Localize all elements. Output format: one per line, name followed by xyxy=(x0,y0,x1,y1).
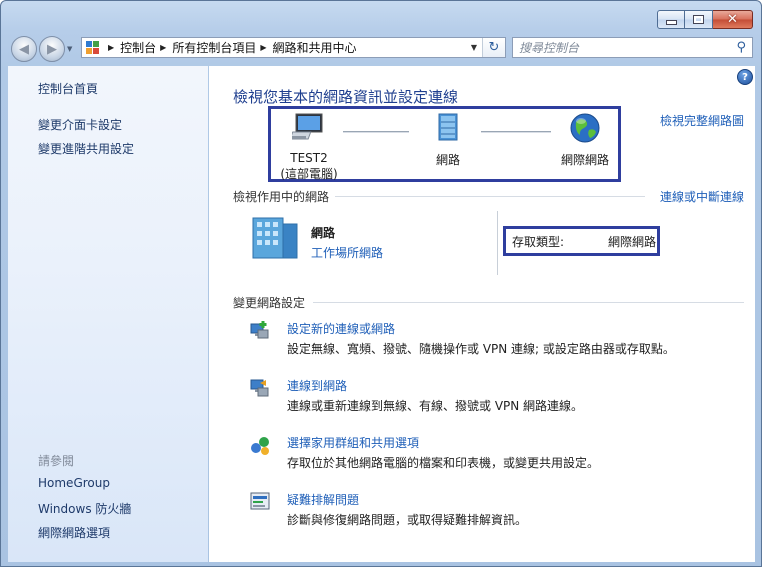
minimize-button[interactable] xyxy=(657,10,685,29)
active-network-name: 網路 xyxy=(311,226,336,240)
task-description: 存取位於其他網路電腦的檔案和印表機，或變更共用設定。 xyxy=(287,456,600,470)
window: ✕ ◀ ▶ ▼ ▶ 控制台 ▶ 所有控制台項目 ▶ 網路和共用中心 ▼ ↻ 搜尋… xyxy=(0,0,762,567)
homegroup-icon xyxy=(251,437,269,455)
task-title[interactable]: 選擇家用群組和共用選項 xyxy=(287,434,419,451)
section-divider xyxy=(335,196,645,197)
computer-label: (這部電腦) xyxy=(280,167,338,181)
maximize-icon xyxy=(693,15,704,24)
map-link-line xyxy=(343,131,409,133)
control-panel-icon xyxy=(86,40,100,55)
view-full-map-link[interactable]: 檢視完整網路圖 xyxy=(660,112,744,129)
network-label: 網路 xyxy=(435,153,460,167)
refresh-button[interactable]: ↻ xyxy=(482,38,505,57)
see-also-header: 請參閱 xyxy=(38,454,75,468)
access-type-box: 存取類型: 網際網路 xyxy=(503,226,660,256)
page-title: 檢視您基本的網路資訊並設定連線 xyxy=(233,88,459,106)
breadcrumb-all-items[interactable]: 所有控制台項目 xyxy=(172,39,256,56)
sidebar-item-adapter-settings[interactable]: 變更介面卡設定 xyxy=(38,116,122,133)
help-icon[interactable]: ? xyxy=(737,69,753,85)
internet-label: 網際網路 xyxy=(560,153,609,167)
forward-arrow-icon: ▶ xyxy=(47,41,57,57)
sidebar-item-advanced-sharing[interactable]: 變更進階共用設定 xyxy=(38,140,134,157)
map-node-network[interactable]: 網路 xyxy=(418,112,478,168)
active-networks-title: 檢視作用中的網路 xyxy=(233,190,330,204)
section-divider xyxy=(313,302,744,303)
search-input[interactable]: 搜尋控制台 xyxy=(519,39,579,56)
access-type-value: 網際網路 xyxy=(608,234,657,249)
breadcrumb-separator[interactable]: ▶ xyxy=(108,43,114,52)
maximize-button[interactable] xyxy=(685,10,713,29)
map-node-internet[interactable]: 網際網路 xyxy=(553,112,617,168)
address-dropdown-icon[interactable]: ▼ xyxy=(471,43,477,52)
close-icon: ✕ xyxy=(727,12,738,27)
task-title[interactable]: 設定新的連線或網路 xyxy=(287,320,395,337)
recent-pages-dropdown[interactable]: ▼ xyxy=(67,45,72,53)
back-arrow-icon: ◀ xyxy=(19,41,29,57)
search-box[interactable]: 搜尋控制台 ⚲ xyxy=(512,37,753,58)
connect-network-icon xyxy=(250,379,269,397)
change-settings-title: 變更網路設定 xyxy=(233,296,306,310)
content-pane: ? 檢視您基本的網路資訊並設定連線 檢視完整網路圖 TEST2 (這部電腦) 網… xyxy=(209,66,755,562)
sidebar: 控制台首頁 變更介面卡設定 變更進階共用設定 請參閱 HomeGroup Win… xyxy=(8,66,208,562)
sidebar-item-home[interactable]: 控制台首頁 xyxy=(38,80,98,97)
address-bar[interactable]: ▶ 控制台 ▶ 所有控制台項目 ▶ 網路和共用中心 ▼ ↻ xyxy=(81,37,506,58)
forward-button[interactable]: ▶ xyxy=(39,36,65,62)
sidebar-item-firewall[interactable]: Windows 防火牆 xyxy=(38,500,131,517)
globe-icon xyxy=(570,113,600,143)
task-description: 設定無線、寬頻、撥號、隨機操作或 VPN 連線; 或設定路由器或存取點。 xyxy=(287,342,675,356)
map-link-line xyxy=(481,131,551,133)
minimize-icon xyxy=(665,20,677,25)
network-type-link[interactable]: 工作場所網路 xyxy=(311,244,383,261)
map-node-computer[interactable]: TEST2 (這部電腦) xyxy=(279,112,339,182)
task-title[interactable]: 疑難排解問題 xyxy=(287,491,359,508)
access-type-label: 存取類型: xyxy=(512,234,565,249)
breadcrumb-separator[interactable]: ▶ xyxy=(260,43,266,52)
computer-icon xyxy=(289,113,323,140)
breadcrumb-control-panel[interactable]: 控制台 xyxy=(120,39,156,56)
troubleshoot-icon xyxy=(250,492,270,510)
back-button[interactable]: ◀ xyxy=(11,36,37,62)
sidebar-item-homegroup[interactable]: HomeGroup xyxy=(38,476,110,490)
network-map: TEST2 (這部電腦) 網路 網際網路 xyxy=(268,106,621,182)
search-icon[interactable]: ⚲ xyxy=(736,40,746,55)
task-description: 診斷與修復網路問題，或取得疑難排解資訊。 xyxy=(287,513,528,527)
network-icon xyxy=(438,113,458,141)
breadcrumb-network-center[interactable]: 網路和共用中心 xyxy=(273,39,357,56)
breadcrumb-separator[interactable]: ▶ xyxy=(160,43,166,52)
task-description: 連線或重新連線到無線、有線、撥號或 VPN 網路連線。 xyxy=(287,399,584,413)
computer-name: TEST2 xyxy=(290,151,328,165)
connect-disconnect-link[interactable]: 連線或中斷連線 xyxy=(660,188,744,205)
work-network-icon xyxy=(252,217,298,259)
close-button[interactable]: ✕ xyxy=(713,10,753,29)
task-title[interactable]: 連線到網路 xyxy=(287,377,347,394)
sidebar-item-internet-options[interactable]: 網際網路選項 xyxy=(38,524,110,541)
new-connection-icon xyxy=(250,321,269,339)
refresh-icon: ↻ xyxy=(488,40,500,55)
vertical-divider xyxy=(497,211,498,275)
